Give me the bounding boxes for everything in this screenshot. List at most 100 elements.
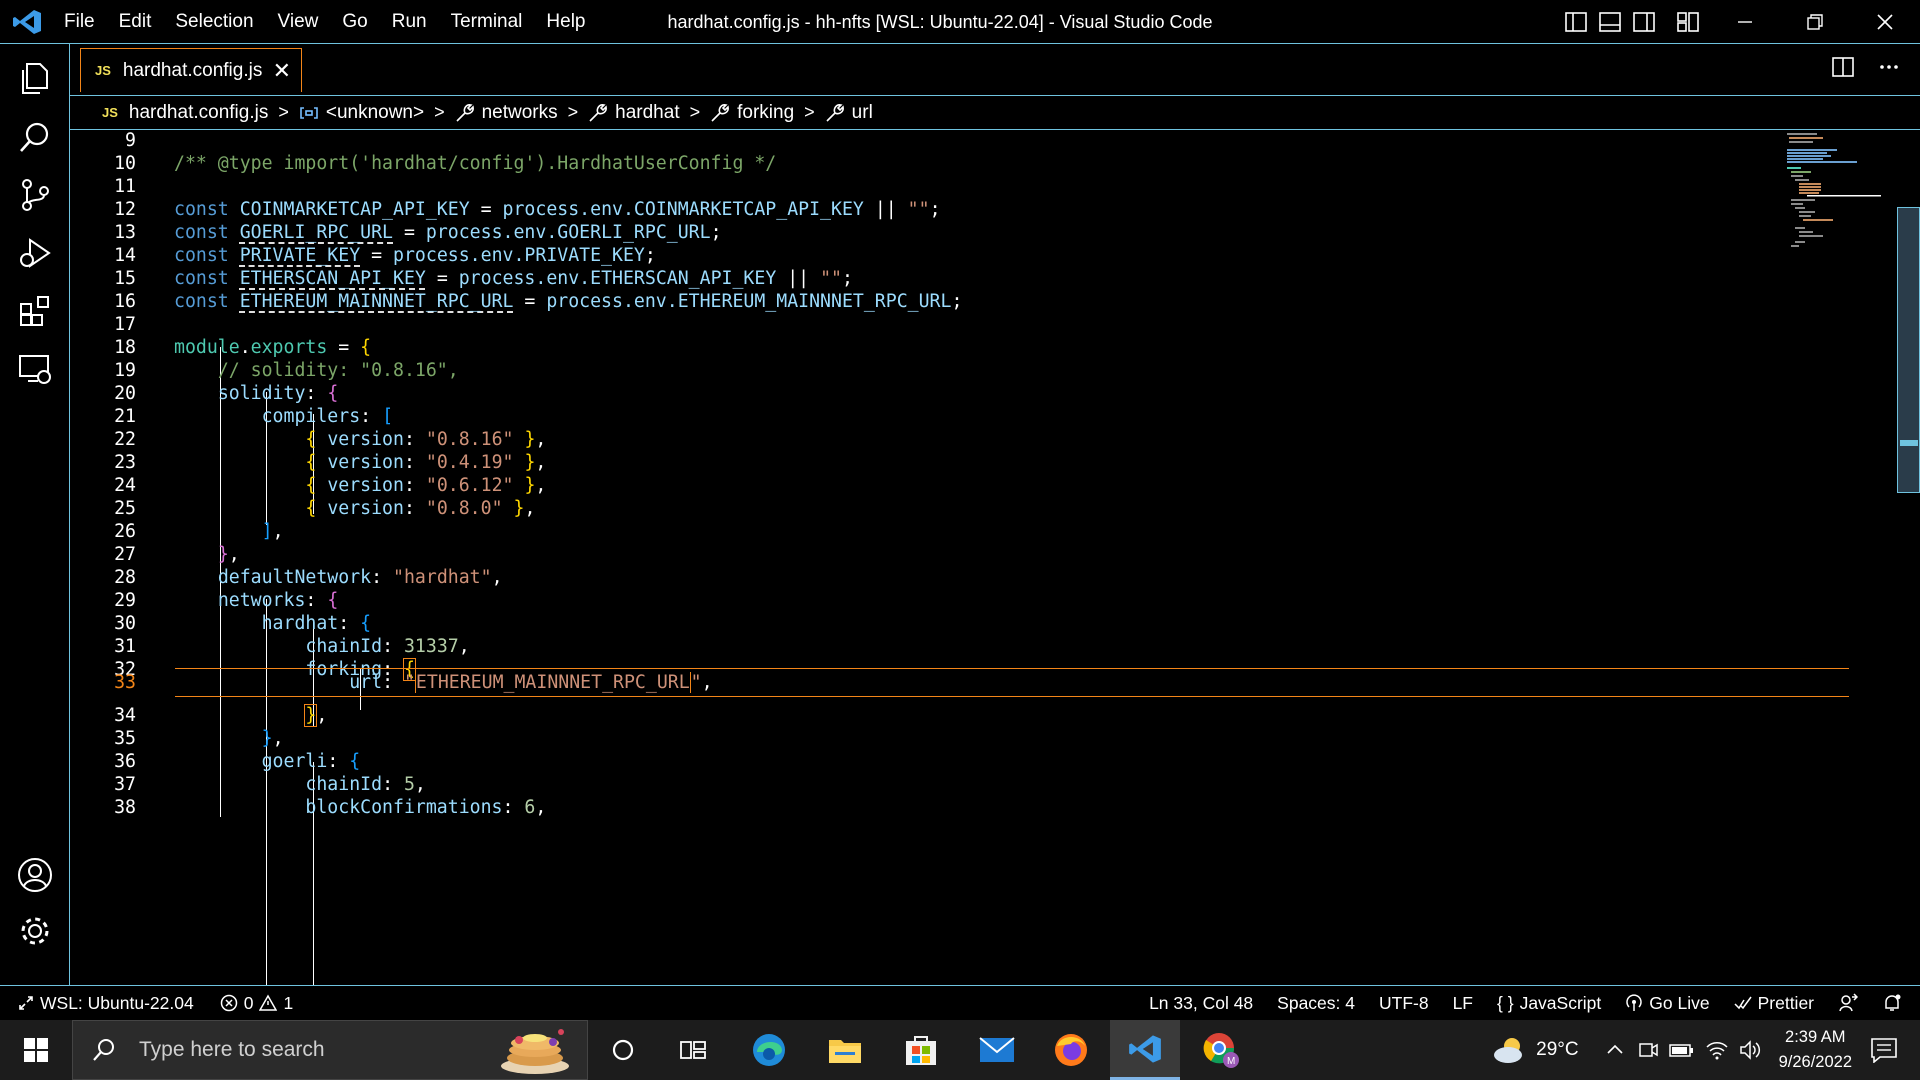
breadcrumb-separator: > [689, 102, 701, 122]
line-number: 33 [114, 672, 136, 693]
feedback-icon[interactable] [1838, 993, 1858, 1013]
volume-icon[interactable] [1739, 1039, 1763, 1061]
breadcrumb-networks[interactable]: networks [455, 102, 558, 124]
go-live-button[interactable]: Go Live [1625, 993, 1710, 1014]
edge-app[interactable] [734, 1020, 804, 1080]
code-string: "0.6.12" [425, 475, 514, 496]
extensions-icon[interactable] [14, 290, 56, 332]
notifications-bell-icon[interactable] [1882, 993, 1902, 1013]
menu-view[interactable]: View [266, 0, 331, 44]
taskbar-search[interactable]: Type here to search [72, 1020, 588, 1080]
breadcrumb-separator: > [434, 102, 445, 122]
customize-layout-icon[interactable] [1676, 10, 1700, 34]
run-debug-icon[interactable] [14, 232, 56, 274]
firefox-app[interactable] [1036, 1020, 1106, 1080]
remote-indicator[interactable]: WSL: Ubuntu-22.04 [18, 993, 194, 1014]
language-mode[interactable]: { } JavaScript [1497, 993, 1601, 1014]
code-identifier: PRIVATE_KEY [239, 245, 361, 266]
clock[interactable]: 2:39 AM 9/26/2022 [1779, 1025, 1852, 1075]
tab-hardhat-config[interactable]: JS hardhat.config.js ✕ [80, 48, 302, 92]
vscode-logo-icon[interactable] [12, 9, 42, 35]
menu-file[interactable]: File [52, 0, 107, 44]
breadcrumb-hardhat[interactable]: hardhat [588, 102, 680, 124]
explorer-icon[interactable] [14, 58, 56, 100]
minimize-button[interactable] [1710, 0, 1780, 44]
cursor-position[interactable]: Ln 33, Col 48 [1149, 993, 1253, 1014]
source-control-icon[interactable] [14, 174, 56, 216]
store-icon [906, 1036, 936, 1065]
breadcrumb-label: <unknown> [325, 101, 425, 123]
toggle-panel-icon[interactable] [1598, 10, 1622, 34]
show-hidden-icons-chevron-up-icon[interactable] [1605, 1040, 1625, 1060]
file-explorer-icon [829, 1040, 861, 1063]
battery-icon[interactable] [1668, 1040, 1695, 1060]
task-view-button[interactable] [658, 1020, 728, 1080]
prettier-button[interactable]: Prettier [1734, 993, 1814, 1014]
microsoft-store-app[interactable] [886, 1020, 956, 1080]
editor-actions [1832, 56, 1900, 83]
end-of-line[interactable]: LF [1453, 993, 1473, 1014]
cortana-button[interactable] [588, 1020, 658, 1080]
code-number: 6 [524, 797, 536, 818]
menu-selection[interactable]: Selection [163, 0, 265, 44]
problems-indicator[interactable]: 0 1 [220, 993, 293, 1014]
code-line-current: 33 url: "ETHEREUM_MAINNNET_RPC_URL", [114, 668, 1849, 697]
indentation[interactable]: Spaces: 4 [1277, 993, 1355, 1014]
meet-now-icon[interactable] [1637, 1039, 1659, 1061]
encoding[interactable]: UTF-8 [1379, 993, 1429, 1014]
scrollbar-marker [1900, 440, 1918, 446]
toggle-secondary-sidebar-icon[interactable] [1632, 10, 1656, 34]
prettier-label: Prettier [1757, 992, 1814, 1013]
braces-icon: { } [1497, 992, 1514, 1013]
code-property: blockConfirmations [305, 797, 503, 818]
check-double-icon [1734, 996, 1752, 1010]
windows-taskbar: Type here to search M 29°C 2:39 AM 9/26/… [0, 1020, 1920, 1080]
layout-controls [1564, 10, 1700, 34]
close-window-button[interactable] [1850, 0, 1920, 44]
restore-button[interactable] [1780, 0, 1850, 44]
vertical-scrollbar[interactable] [1897, 207, 1920, 493]
editor-tabs: JS hardhat.config.js ✕ [70, 44, 1920, 96]
toggle-primary-sidebar-icon[interactable] [1564, 10, 1588, 34]
wrench-icon [826, 103, 844, 122]
menu-go[interactable]: Go [330, 0, 379, 44]
mail-app[interactable] [962, 1020, 1032, 1080]
weather-partly-cloudy-icon[interactable] [1490, 1034, 1530, 1066]
title-bar: File Edit Selection View Go Run Terminal… [0, 0, 1920, 44]
minimap[interactable] [1787, 131, 1881, 251]
code-string: "hardhat" [393, 567, 492, 588]
code-property: hardhat [261, 613, 339, 634]
broadcast-icon [1626, 994, 1642, 1011]
code-property: chainId [305, 774, 383, 795]
breadcrumb-unknown[interactable]: <unknown> [299, 102, 424, 124]
settings-gear-icon[interactable] [14, 910, 56, 952]
vscode-app[interactable] [1110, 1020, 1180, 1080]
remote-explorer-icon[interactable] [14, 348, 56, 390]
split-editor-icon[interactable] [1832, 56, 1854, 83]
start-button[interactable] [0, 1020, 72, 1080]
code-operator: = [371, 245, 383, 266]
code-property: defaultNetwork [217, 567, 372, 588]
wifi-icon[interactable] [1705, 1039, 1729, 1061]
notification-center-icon[interactable] [1870, 1037, 1898, 1063]
code-identifier: ETHEREUM_MAINNNET_RPC_URL [239, 291, 514, 312]
code-property: goerli [261, 751, 328, 772]
breadcrumb-url[interactable]: url [825, 102, 873, 124]
code-property: version [327, 429, 404, 450]
activity-bar [0, 44, 70, 985]
menu-edit[interactable]: Edit [107, 0, 164, 44]
tab-close-icon[interactable]: ✕ [273, 58, 291, 84]
accounts-icon[interactable] [14, 854, 56, 896]
code-editor[interactable]: 9 10/** @type import('hardhat/config').H… [70, 131, 1920, 985]
more-actions-icon[interactable] [1878, 56, 1900, 83]
file-explorer-app[interactable] [810, 1020, 880, 1080]
search-icon[interactable] [14, 116, 56, 158]
menu-run[interactable]: Run [380, 0, 439, 44]
search-highlight-pancakes-icon [501, 1029, 569, 1074]
breadcrumb-forking[interactable]: forking [710, 102, 794, 124]
breadcrumb-file[interactable]: JS hardhat.config.js [102, 102, 268, 124]
search-icon [93, 1039, 114, 1061]
chrome-app[interactable]: M [1186, 1020, 1256, 1080]
menu-terminal[interactable]: Terminal [439, 0, 535, 44]
weather-temperature[interactable]: 29°C [1536, 1039, 1578, 1061]
